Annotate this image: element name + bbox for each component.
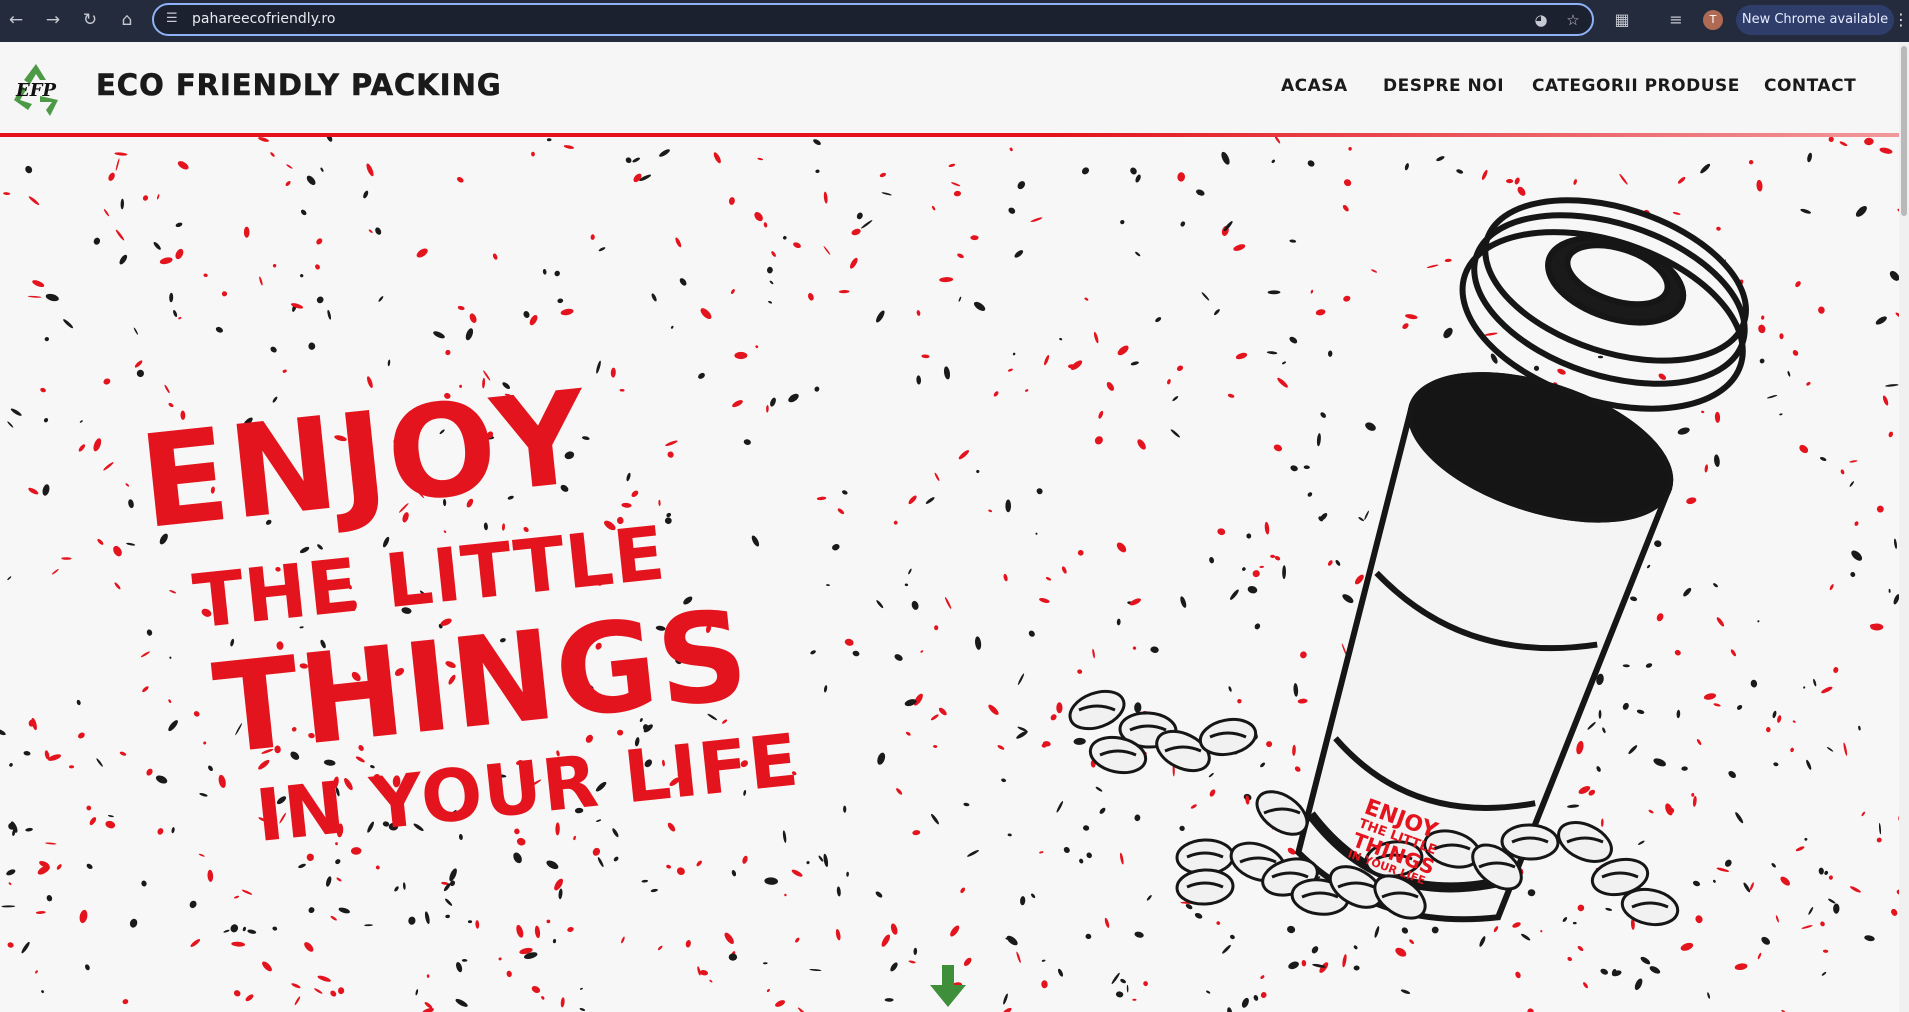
browser-window: ← → ↻ ⌂ ☰ pahareecofriendly.ro ◕ ☆ ▦ ≡ T… [0,0,1909,1012]
hero-banner: ENJOY THE LITTLE THINGS IN YOUR LIFE ENJ… [0,137,1909,1012]
url-text[interactable]: pahareecofriendly.ro [192,10,335,28]
site-info-icon[interactable]: ☰ [166,11,182,27]
reload-icon[interactable]: ↻ [79,9,101,31]
site-header: EFP ECO FRIENDLY PACKING ACASA DESPRE NO… [0,42,1909,134]
extensions-icon[interactable]: ▦ [1611,9,1633,31]
update-chrome-button[interactable]: New Chrome available [1736,5,1894,35]
address-bar[interactable]: ☰ pahareecofriendly.ro ◕ ☆ [152,3,1594,36]
nav-despre-noi[interactable]: DESPRE NOI [1383,76,1504,96]
recycle-logo-icon[interactable]: EFP [6,60,66,120]
home-icon[interactable]: ⌂ [116,9,138,31]
site-title[interactable]: ECO FRIENDLY PACKING [96,68,502,103]
bookmark-star-icon[interactable]: ☆ [1564,11,1582,29]
reading-list-icon[interactable]: ≡ [1665,9,1687,31]
browser-toolbar: ← → ↻ ⌂ ☰ pahareecofriendly.ro ◕ ☆ ▦ ≡ T… [0,0,1909,42]
performance-icon[interactable]: ◕ [1532,11,1550,29]
nav-acasa[interactable]: ACASA [1281,76,1348,96]
menu-icon[interactable]: ⋮ [1893,9,1909,31]
logo-text: EFP [15,80,56,101]
page-scrollbar[interactable] [1899,42,1909,1012]
scrollbar-thumb[interactable] [1901,46,1907,216]
profile-avatar[interactable]: T [1703,10,1723,30]
forward-icon[interactable]: → [42,9,64,31]
scroll-down-arrow-icon[interactable] [928,965,968,1009]
hero-line-enjoy: ENJOY [133,362,596,559]
nav-categorii-produse[interactable]: CATEGORII PRODUSE [1532,76,1740,96]
back-icon[interactable]: ← [5,9,27,31]
nav-contact[interactable]: CONTACT [1764,76,1856,96]
hero-headline: ENJOY THE LITTLE THINGS IN YOUR LIFE [122,335,817,959]
